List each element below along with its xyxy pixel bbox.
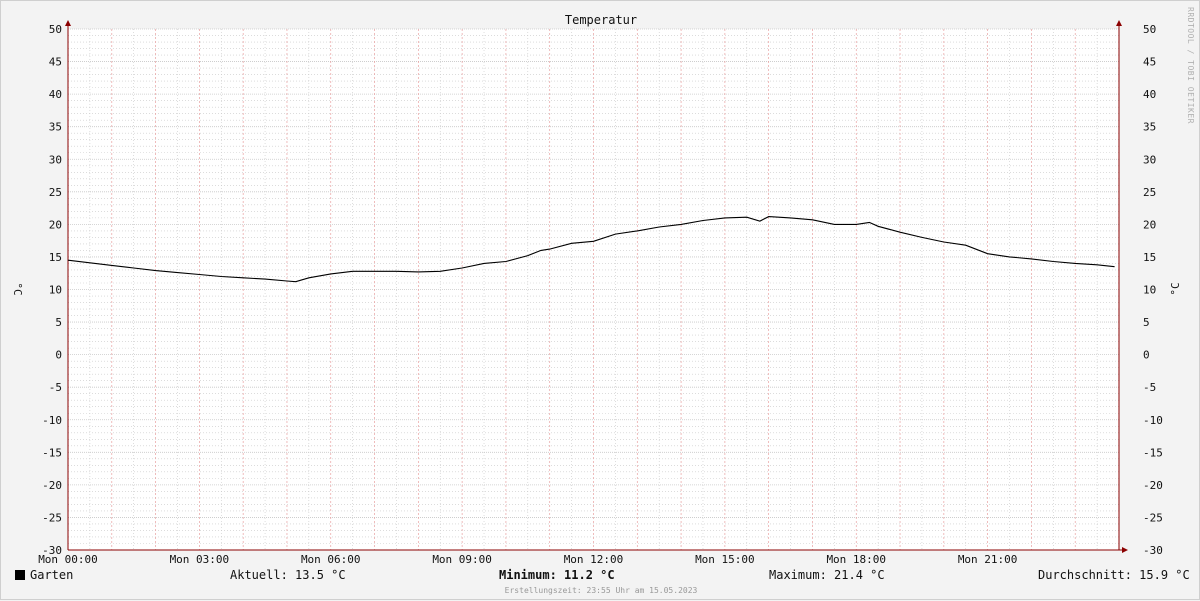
y-axis-right-arrow (1116, 20, 1122, 26)
x-tick-label: Mon 15:00 (695, 553, 755, 566)
y-tick-label: -5 (49, 381, 62, 394)
y-tick-label-right: 10 (1143, 284, 1156, 297)
x-axis-arrow (1122, 547, 1128, 553)
x-tick-label: Mon 09:00 (432, 553, 492, 566)
legend-average: Durchschnitt: 15.9 °C (1038, 568, 1190, 582)
creation-time: Erstellungszeit: 23:55 Uhr am 15.05.2023 (504, 586, 698, 595)
y-tick-label-right: 15 (1143, 251, 1156, 264)
y-tick-labels: 50454035302520151050-5-10-15-20-25-30 (42, 23, 62, 557)
y-tick-label: 25 (49, 186, 62, 199)
y-tick-label-right: 5 (1143, 316, 1150, 329)
x-tick-label: Mon 03:00 (170, 553, 230, 566)
x-tick-label: Mon 21:00 (958, 553, 1018, 566)
y-tick-label: 40 (49, 88, 62, 101)
y-axis-arrow (65, 20, 71, 26)
y-tick-label-right: -20 (1143, 479, 1163, 492)
y-tick-label-right: -30 (1143, 544, 1163, 557)
x-tick-label: Mon 06:00 (301, 553, 361, 566)
legend-minimum: Minimum: 11.2 °C (499, 568, 615, 582)
y-axis-label: °C (11, 282, 24, 295)
y-tick-label-right: -25 (1143, 511, 1163, 524)
y-tick-label-right: -15 (1143, 446, 1163, 459)
watermark: RRDTOOL / TOBI OETIKER (1186, 7, 1195, 124)
y-tick-label: 20 (49, 218, 62, 231)
y-tick-labels-right: 50454035302520151050-5-10-15-20-25-30 (1143, 23, 1163, 557)
y-tick-label: -15 (42, 446, 62, 459)
y-tick-label: -10 (42, 414, 62, 427)
x-tick-label: Mon 00:00 (38, 553, 98, 566)
x-tick-label: Mon 18:00 (826, 553, 886, 566)
y-tick-label: 5 (55, 316, 62, 329)
chart-title: Temperatur (565, 13, 637, 27)
temperature-chart: 50454035302520151050-5-10-15-20-25-30 50… (11, 13, 1182, 566)
y-tick-label-right: 30 (1143, 153, 1156, 166)
y-tick-label: 50 (49, 23, 62, 36)
legend-minimum-value: 11.2 °C (564, 568, 615, 582)
x-tick-labels: Mon 00:00 Mon 03:00 Mon 06:00 Mon 09:00 Mon … (38, 553, 1017, 566)
y-tick-label: 0 (55, 349, 62, 362)
legend-current: Aktuell: 13.5 °C (230, 568, 346, 582)
legend-series-name: Garten (30, 568, 74, 582)
y-tick-label: -20 (42, 479, 62, 492)
y-tick-label: 30 (49, 153, 62, 166)
legend-series: Garten (15, 568, 73, 582)
legend-minimum-label: Minimum: (499, 568, 557, 582)
y-axis-label-right: °C (1169, 282, 1182, 295)
y-tick-label: -25 (42, 511, 62, 524)
y-tick-label: 15 (49, 251, 62, 264)
y-tick-label-right: 20 (1143, 218, 1156, 231)
y-tick-label-right: 25 (1143, 186, 1156, 199)
y-tick-label-right: 0 (1143, 349, 1150, 362)
legend-swatch (15, 570, 25, 580)
legend-maximum: Maximum: 21.4 °C (769, 568, 885, 582)
y-tick-label-right: 50 (1143, 23, 1156, 36)
y-tick-label-right: 45 (1143, 56, 1156, 69)
y-tick-label-right: -10 (1143, 414, 1163, 427)
legend: Garten Aktuell: 13.5 °C Minimum: 11.2 °C… (1, 568, 1200, 584)
chart-canvas: 50 45 40 35 30 25 20 15 10 5 0 -5 -10 -15 -20 -25 -30 50… (0, 0, 1200, 600)
y-tick-label-right: 40 (1143, 88, 1156, 101)
y-tick-label: 10 (49, 284, 62, 297)
y-tick-label-right: 35 (1143, 121, 1156, 134)
x-tick-label: Mon 12:00 (564, 553, 624, 566)
y-tick-label-right: -5 (1143, 381, 1156, 394)
y-tick-label: 45 (49, 56, 62, 69)
y-tick-label: 35 (49, 121, 62, 134)
